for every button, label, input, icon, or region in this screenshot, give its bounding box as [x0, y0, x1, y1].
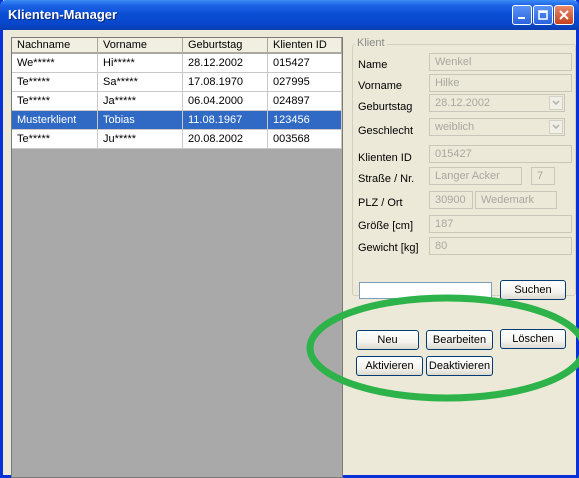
- cell-vorname: Tobias: [98, 111, 183, 129]
- table-header: Nachname Vorname Geburtstag Klienten ID: [12, 38, 342, 53]
- cell-geburtstag: 11.08.1967: [183, 111, 268, 129]
- activate-button[interactable]: Aktivieren: [356, 356, 423, 376]
- search-input[interactable]: [359, 282, 492, 299]
- label-gewicht: Gewicht [kg]: [358, 242, 419, 254]
- geburtstag-picker[interactable]: 28.12.2002: [429, 94, 565, 112]
- new-button[interactable]: Neu: [356, 330, 419, 350]
- table-row[interactable]: Te***** Sa***** 17.08.1970 027995: [12, 73, 342, 92]
- label-name: Name: [358, 59, 388, 71]
- close-button[interactable]: [554, 5, 574, 25]
- label-vorname: Vorname: [358, 80, 403, 92]
- klienten-id-field[interactable]: 015427: [429, 145, 572, 163]
- cell-klienten-id: 003568: [268, 130, 342, 148]
- cell-klienten-id: 027995: [268, 73, 342, 91]
- maximize-icon: [538, 10, 548, 20]
- cell-nachname: Te*****: [12, 73, 98, 91]
- label-klienten-id: Klienten ID: [358, 152, 412, 164]
- strasse-field[interactable]: Langer Acker: [429, 167, 522, 185]
- client-details-panel: Klient Name Wenkel Vorname Hilke Geburts…: [346, 30, 576, 478]
- cell-nachname: Musterklient: [12, 111, 98, 129]
- cell-vorname: Ju*****: [98, 130, 183, 148]
- label-strasse: Straße / Nr.: [358, 173, 415, 185]
- label-groesse: Größe [cm]: [358, 220, 414, 232]
- geburtstag-value: 28.12.2002: [435, 97, 491, 109]
- label-geburtstag: Geburtstag: [358, 101, 413, 113]
- table-row[interactable]: Te***** Ju***** 20.08.2002 003568: [12, 130, 342, 149]
- cell-vorname: Hi*****: [98, 54, 183, 72]
- close-icon: [559, 10, 569, 20]
- geschlecht-select[interactable]: weiblich: [429, 118, 565, 136]
- chevron-down-icon[interactable]: [549, 96, 563, 110]
- hausnr-field[interactable]: 7: [531, 167, 555, 185]
- table-row[interactable]: Te***** Ja***** 06.04.2000 024897: [12, 92, 342, 111]
- name-field[interactable]: Wenkel: [429, 53, 572, 71]
- ort-field[interactable]: Wedemark: [475, 191, 557, 209]
- deactivate-button[interactable]: Deaktivieren: [426, 356, 493, 376]
- title-bar[interactable]: Klienten-Manager: [0, 0, 579, 30]
- delete-button[interactable]: Löschen: [500, 329, 566, 349]
- cell-nachname: Te*****: [12, 130, 98, 148]
- minimize-icon: [518, 17, 525, 19]
- gewicht-field[interactable]: 80: [429, 237, 572, 255]
- edit-button[interactable]: Bearbeiten: [426, 330, 493, 350]
- cell-nachname: Te*****: [12, 92, 98, 110]
- cell-vorname: Sa*****: [98, 73, 183, 91]
- minimize-button[interactable]: [512, 5, 532, 25]
- table-row[interactable]: Musterklient Tobias 11.08.1967 123456: [12, 111, 342, 130]
- cell-geburtstag: 06.04.2000: [183, 92, 268, 110]
- cell-klienten-id: 024897: [268, 92, 342, 110]
- cell-klienten-id: 123456: [268, 111, 342, 129]
- cell-nachname: We*****: [12, 54, 98, 72]
- cell-klienten-id: 015427: [268, 54, 342, 72]
- client-list[interactable]: Nachname Vorname Geburtstag Klienten ID …: [11, 37, 343, 478]
- vorname-field[interactable]: Hilke: [429, 74, 572, 92]
- table-body: We***** Hi***** 28.12.2002 015427 Te****…: [12, 54, 342, 149]
- client-group-legend: Klient: [355, 37, 387, 49]
- column-header-geburtstag[interactable]: Geburtstag: [183, 38, 268, 53]
- groesse-field[interactable]: 187: [429, 215, 572, 233]
- column-header-nachname[interactable]: Nachname: [12, 38, 98, 53]
- table-row[interactable]: We***** Hi***** 28.12.2002 015427: [12, 54, 342, 73]
- plz-field[interactable]: 30900: [429, 191, 473, 209]
- window-title: Klienten-Manager: [8, 7, 118, 22]
- cell-geburtstag: 17.08.1970: [183, 73, 268, 91]
- cell-geburtstag: 20.08.2002: [183, 130, 268, 148]
- cell-vorname: Ja*****: [98, 92, 183, 110]
- label-geschlecht: Geschlecht: [358, 125, 414, 137]
- chevron-down-icon[interactable]: [549, 120, 563, 134]
- search-button[interactable]: Suchen: [500, 280, 566, 300]
- cell-geburtstag: 28.12.2002: [183, 54, 268, 72]
- column-header-vorname[interactable]: Vorname: [98, 38, 183, 53]
- column-header-klienten-id[interactable]: Klienten ID: [268, 38, 342, 53]
- geschlecht-value: weiblich: [435, 121, 475, 133]
- maximize-button[interactable]: [533, 5, 553, 25]
- label-plz-ort: PLZ / Ort: [358, 197, 403, 209]
